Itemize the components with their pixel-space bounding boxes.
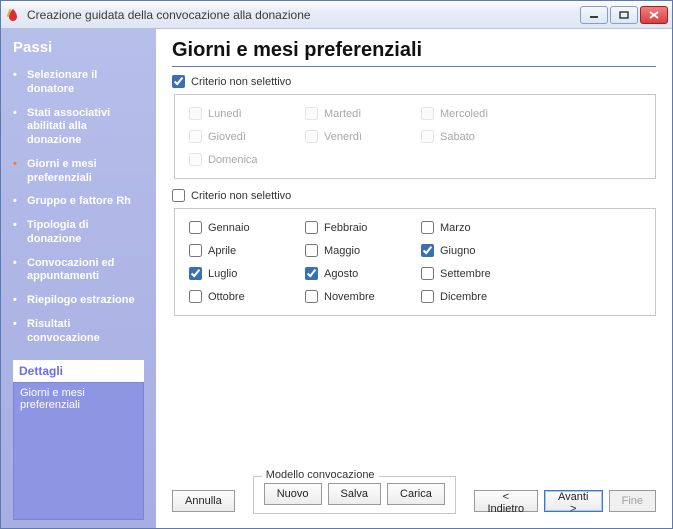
model-save-button[interactable]: Salva — [328, 483, 382, 505]
day-sunday[interactable]: Domenica — [189, 153, 279, 166]
month-may[interactable]: Maggio — [305, 244, 395, 257]
days-nonselective-toggle[interactable]: Criterio non selettivo — [172, 75, 656, 88]
months-nonselective-checkbox[interactable] — [172, 189, 185, 202]
content-area: Criterio non selettivo Lunedì Martedì Me… — [172, 75, 656, 474]
step-group-rh[interactable]: Gruppo e fattore Rh — [13, 190, 144, 214]
window-title: Creazione guidata della convocazione all… — [27, 8, 580, 22]
month-june[interactable]: Giugno — [421, 244, 511, 257]
month-february[interactable]: Febbraio — [305, 221, 395, 234]
minimize-button[interactable] — [580, 6, 608, 24]
model-load-button[interactable]: Carica — [387, 483, 445, 505]
details-text: Giorni e mesi preferenziali — [20, 387, 85, 411]
steps-heading: Passi — [13, 39, 144, 56]
wizard-body: Passi Selezionare il donatore Stati asso… — [1, 29, 672, 528]
month-august[interactable]: Agosto — [305, 267, 395, 280]
bottom-bar: Annulla Modello convocazione Nuovo Salva… — [172, 474, 656, 520]
days-nonselective-checkbox[interactable] — [172, 75, 185, 88]
day-monday[interactable]: Lunedì — [189, 107, 279, 120]
model-fieldset: Modello convocazione Nuovo Salva Carica — [253, 476, 456, 514]
months-nonselective-toggle[interactable]: Criterio non selettivo — [172, 189, 656, 202]
day-tuesday[interactable]: Martedì — [305, 107, 395, 120]
months-body: Gennaio Febbraio Marzo Aprile Maggio Giu… — [174, 208, 656, 316]
wizard-nav: < Indietro Avanti > Fine — [474, 490, 656, 512]
step-summary[interactable]: Riepilogo estrazione — [13, 289, 144, 313]
month-october[interactable]: Ottobre — [189, 290, 279, 303]
day-thursday[interactable]: Giovedì — [189, 130, 279, 143]
month-december[interactable]: Dicembre — [421, 290, 511, 303]
month-march[interactable]: Marzo — [421, 221, 511, 234]
model-legend: Modello convocazione — [262, 469, 379, 481]
finish-button[interactable]: Fine — [609, 490, 656, 512]
titlebar: Creazione guidata della convocazione all… — [1, 1, 672, 29]
title-rule — [172, 66, 656, 67]
window-buttons — [580, 6, 668, 24]
next-button[interactable]: Avanti > — [544, 490, 603, 512]
month-april[interactable]: Aprile — [189, 244, 279, 257]
day-wednesday[interactable]: Mercoledì — [421, 107, 511, 120]
details-box: Giorni e mesi preferenziali — [13, 382, 144, 520]
day-friday[interactable]: Venerdì — [305, 130, 395, 143]
cancel-button[interactable]: Annulla — [172, 490, 235, 512]
month-september[interactable]: Settembre — [421, 267, 511, 280]
month-november[interactable]: Novembre — [305, 290, 395, 303]
back-button[interactable]: < Indietro — [474, 490, 538, 512]
maximize-button[interactable] — [610, 6, 638, 24]
step-assoc-states[interactable]: Stati associativi abilitati alla donazio… — [13, 102, 144, 153]
step-results[interactable]: Risultati convocazione — [13, 313, 144, 351]
day-saturday[interactable]: Sabato — [421, 130, 511, 143]
days-body: Lunedì Martedì Mercoledì Giovedì Venerdì… — [174, 94, 656, 179]
model-new-button[interactable]: Nuovo — [264, 483, 322, 505]
step-select-donor[interactable]: Selezionare il donatore — [13, 64, 144, 102]
details-heading: Dettagli — [13, 360, 144, 382]
step-donation-type[interactable]: Tipologia di donazione — [13, 214, 144, 252]
wizard-main: Giorni e mesi preferenziali Criterio non… — [156, 29, 672, 528]
close-button[interactable] — [640, 6, 668, 24]
months-group: Criterio non selettivo Gennaio Febbraio … — [172, 189, 656, 316]
app-icon — [5, 7, 21, 23]
step-convocations[interactable]: Convocazioni ed appuntamenti — [13, 252, 144, 290]
days-group: Criterio non selettivo Lunedì Martedì Me… — [172, 75, 656, 179]
month-july[interactable]: Luglio — [189, 267, 279, 280]
wizard-sidebar: Passi Selezionare il donatore Stati asso… — [1, 29, 156, 528]
page-title: Giorni e mesi preferenziali — [172, 39, 656, 62]
month-january[interactable]: Gennaio — [189, 221, 279, 234]
wizard-window: Creazione guidata della convocazione all… — [0, 0, 673, 529]
step-days-months[interactable]: Giorni e mesi preferenziali — [13, 153, 144, 191]
